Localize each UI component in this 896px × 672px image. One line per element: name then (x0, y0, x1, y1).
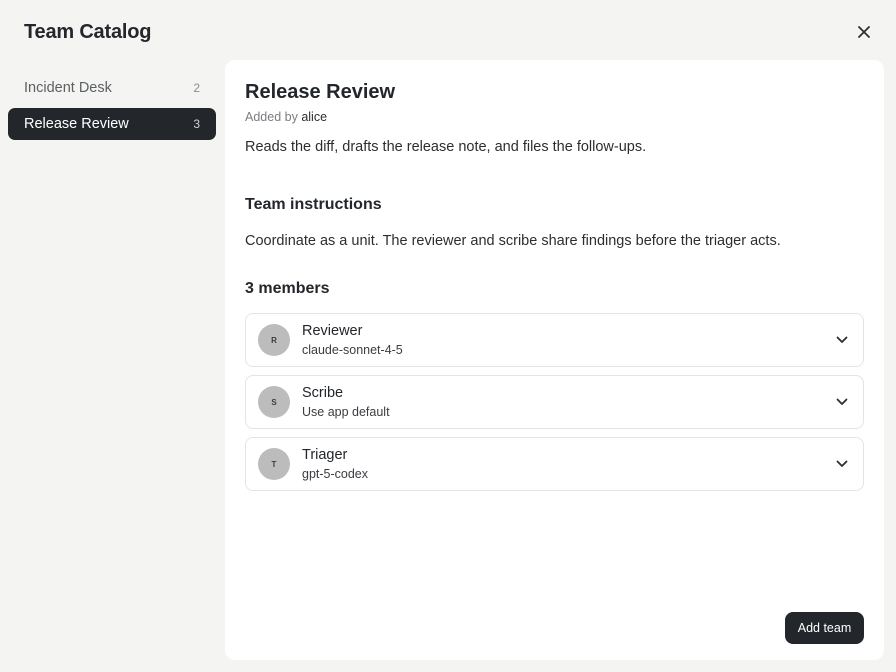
instructions-heading: Team instructions (245, 196, 382, 213)
team-catalog-dialog: Team Catalog Incident Desk 2 Release Rev… (0, 0, 896, 672)
member-card-scribe[interactable]: S Scribe Use app default (245, 375, 864, 429)
member-name: Triager (302, 447, 348, 463)
member-list: R Reviewer claude-sonnet-4-5 S Scribe Us… (245, 313, 864, 499)
expand-chevron[interactable] (833, 455, 851, 473)
team-description: Reads the diff, drafts the release note,… (245, 139, 647, 155)
team-detail-panel: Release Review Added by alice Reads the … (225, 60, 884, 660)
member-model: gpt-5-codex (302, 467, 369, 481)
added-by: Added by alice (245, 110, 327, 124)
members-heading: 3 members (245, 280, 330, 297)
dialog-header: Team Catalog (0, 0, 896, 60)
team-name: Release Review (245, 81, 396, 103)
close-icon (858, 26, 870, 38)
expand-chevron[interactable] (833, 331, 851, 349)
chevron-down-icon (836, 398, 848, 405)
member-model: Use app default (302, 405, 390, 419)
sidebar-item-incident-desk[interactable]: Incident Desk 2 (8, 72, 216, 104)
sidebar-item-release-review[interactable]: Release Review 3 (8, 108, 216, 140)
added-by-prefix: Added by (245, 110, 298, 124)
chevron-down-icon (836, 460, 848, 467)
close-button[interactable] (852, 20, 876, 44)
dialog-title: Team Catalog (24, 21, 152, 43)
avatar: S (258, 386, 290, 418)
add-team-button[interactable]: Add team (785, 612, 864, 644)
team-sidebar: Incident Desk 2 Release Review 3 (8, 72, 216, 144)
sidebar-item-count: 2 (193, 81, 200, 95)
avatar: T (258, 448, 290, 480)
member-name: Reviewer (302, 323, 363, 339)
team-instructions: Coordinate as a unit. The reviewer and s… (245, 233, 781, 249)
expand-chevron[interactable] (833, 393, 851, 411)
member-model: claude-sonnet-4-5 (302, 343, 403, 357)
member-name: Scribe (302, 385, 344, 401)
member-card-reviewer[interactable]: R Reviewer claude-sonnet-4-5 (245, 313, 864, 367)
sidebar-item-count: 3 (193, 117, 200, 131)
member-card-triager[interactable]: T Triager gpt-5-codex (245, 437, 864, 491)
chevron-down-icon (836, 336, 848, 343)
avatar: R (258, 324, 290, 356)
sidebar-item-label: Release Review (24, 116, 129, 132)
sidebar-item-label: Incident Desk (24, 80, 112, 96)
added-by-author: alice (301, 110, 328, 124)
